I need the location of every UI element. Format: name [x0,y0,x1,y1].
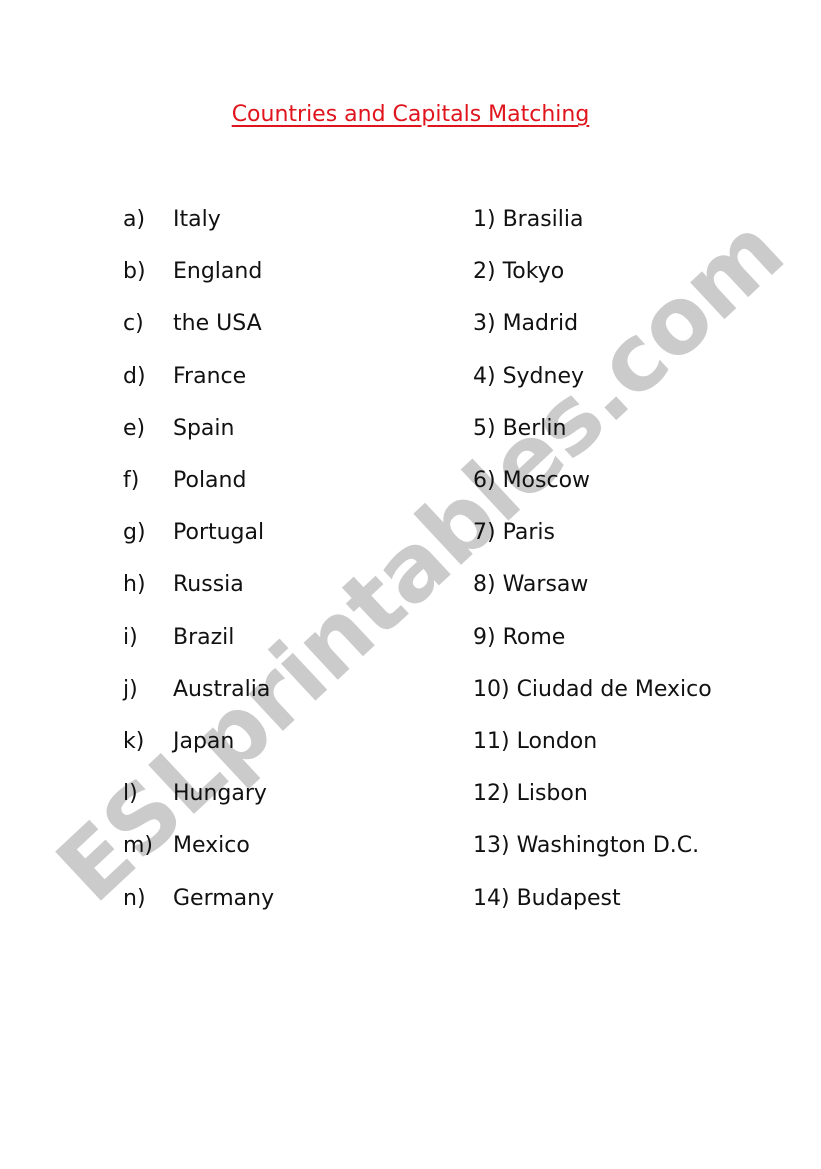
capital-name: 8) Warsaw [473,572,589,598]
list-item: g) Portugal 7) Paris [0,520,821,550]
list-item: f) Poland 6) Moscow [0,468,821,498]
capital-name: 3) Madrid [473,311,579,337]
country-letter: e) [123,415,146,441]
capital-name: 9) Rome [473,624,566,650]
country-letter: g) [123,520,146,546]
country-letter: c) [123,311,144,337]
capital-name: 10) Ciudad de Mexico [473,676,712,702]
country-letter: d) [123,363,146,389]
list-item: n) Germany 14) Budapest [0,886,821,916]
country-letter: h) [123,572,146,598]
country-name: Mexico [173,833,250,859]
country-letter: n) [123,885,146,911]
list-item: b) England 2) Tokyo [0,259,821,289]
list-item: m) Mexico 13) Washington D.C. [0,833,821,863]
country-name: Hungary [173,781,267,807]
capital-name: 13) Washington D.C. [473,833,700,859]
capital-name: 5) Berlin [473,415,567,441]
capital-name: 6) Moscow [473,468,591,493]
country-name: England [173,259,263,285]
country-name: Italy [173,207,221,232]
page-title: Countries and Capitals Matching [231,102,590,127]
country-letter: m) [123,833,154,859]
country-letter: j) [123,676,138,702]
capital-name: 14) Budapest [473,885,621,911]
country-name: Poland [173,468,247,493]
country-name: Japan [173,729,235,754]
country-name: Spain [173,415,235,441]
list-item: j) Australia 10) Ciudad de Mexico [0,677,821,707]
country-name: Brazil [173,624,235,650]
list-item: e) Spain 5) Berlin [0,416,821,446]
country-name: Australia [173,676,271,702]
country-name: Portugal [173,520,265,546]
list-item: h) Russia 8) Warsaw [0,572,821,602]
country-name: Russia [173,572,244,598]
capital-name: 4) Sydney [473,363,585,389]
capital-name: 2) Tokyo [473,259,565,285]
list-item: a) Italy 1) Brasilia [0,207,821,237]
capital-name: 1) Brasilia [473,207,584,232]
watermark: ESLprintables.com [36,197,804,923]
country-letter: f) [123,468,140,493]
country-letter: k) [123,729,145,754]
list-item: l) Hungary 12) Lisbon [0,781,821,811]
capital-name: 12) Lisbon [473,781,588,807]
country-name: France [173,363,247,389]
list-item: k) Japan 11) London [0,729,821,759]
capital-name: 11) London [473,729,598,754]
country-name: Germany [173,885,275,911]
list-item: d) France 4) Sydney [0,364,821,394]
country-letter: i) [123,624,138,650]
country-letter: a) [123,207,146,232]
country-letter: b) [123,259,146,285]
capital-name: 7) Paris [473,520,555,546]
country-name: the USA [173,311,262,337]
list-item: c) the USA 3) Madrid [0,311,821,341]
country-letter: l) [123,781,138,807]
list-item: i) Brazil 9) Rome [0,625,821,655]
